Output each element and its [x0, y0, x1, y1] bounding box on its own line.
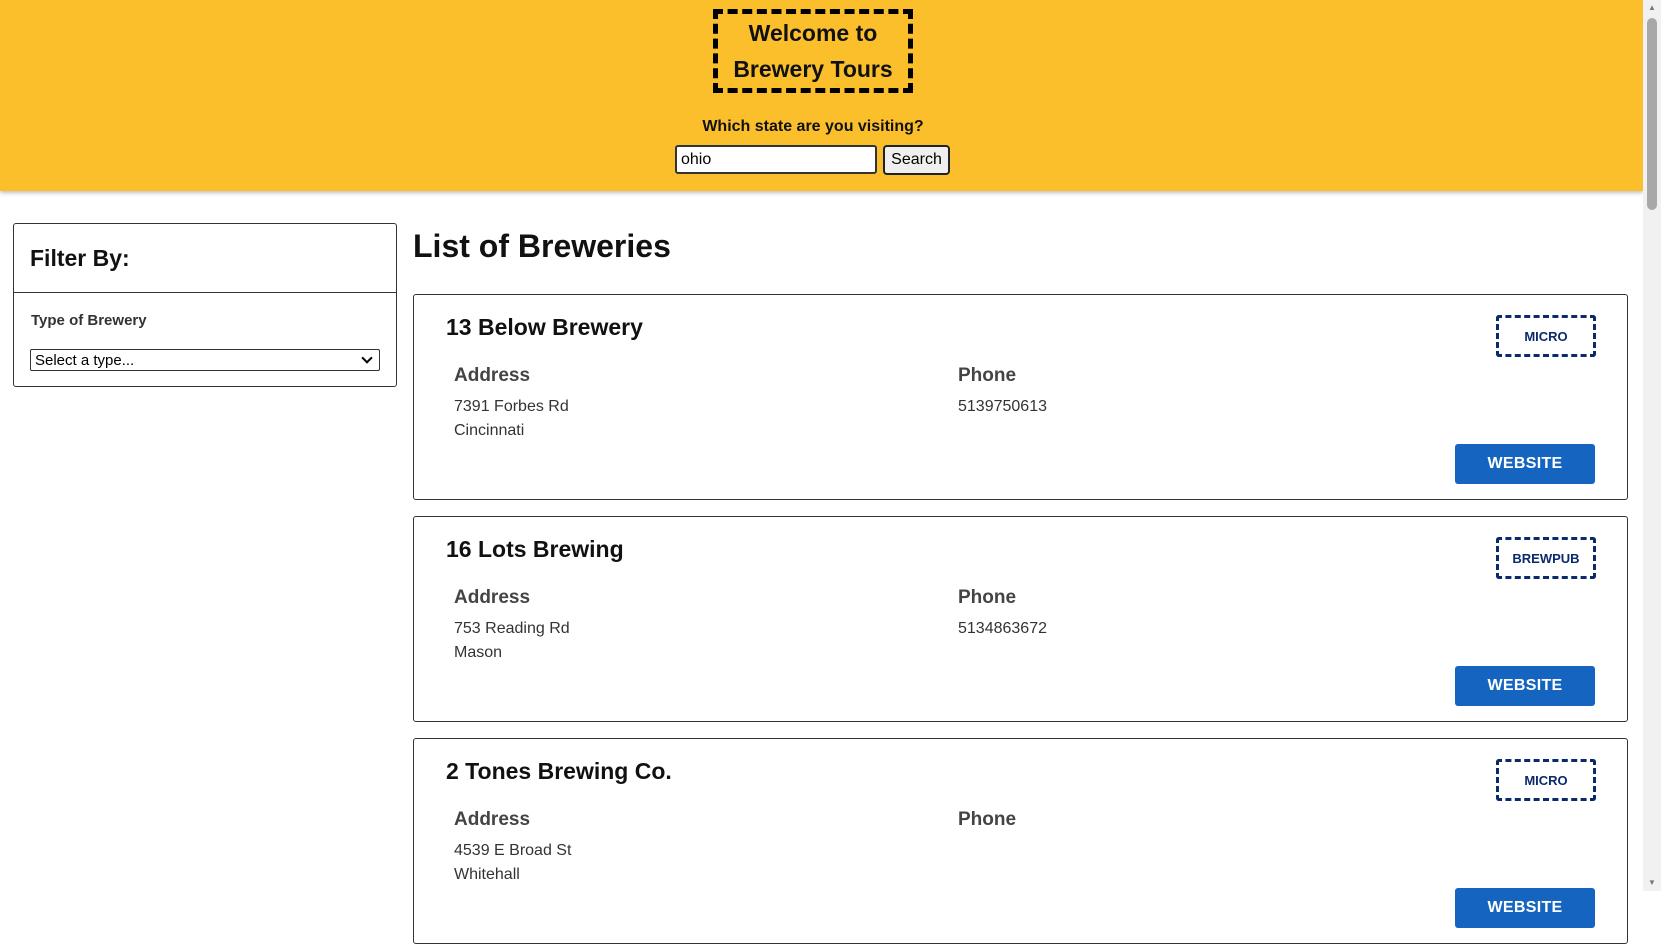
scroll-thumb[interactable]: [1647, 18, 1657, 210]
address-street: 753 Reading Rd: [454, 620, 570, 637]
site-logo: Welcome to Brewery Tours: [713, 9, 913, 93]
search-label: Which state are you visiting?: [702, 118, 924, 135]
brewery-name: 13 Below Brewery: [446, 314, 643, 340]
brewery-card: 16 Lots Brewing BREWPUB Address Phone 75…: [413, 516, 1628, 722]
address-street: 7391 Forbes Rd: [454, 398, 569, 415]
phone-label: Phone: [958, 809, 1017, 830]
brewery-card: 2 Tones Brewing Co. MICRO Address Phone …: [413, 738, 1628, 944]
state-search-input[interactable]: [675, 145, 877, 174]
page-header: Welcome to Brewery Tours Which state are…: [0, 0, 1643, 191]
phone-number: 5139750613: [958, 398, 1047, 415]
address-street: 4539 E Broad St: [454, 842, 572, 859]
filter-panel: Filter By: Type of Brewery Select a type…: [13, 223, 397, 387]
select-value: Select a type...: [35, 351, 135, 369]
address-label: Address: [454, 809, 531, 830]
address-label: Address: [454, 365, 531, 386]
website-button[interactable]: WEBSITE: [1455, 888, 1595, 928]
address-city: Cincinnati: [454, 422, 525, 439]
search-button[interactable]: Search: [883, 145, 950, 175]
page-scrollbar[interactable]: ▲ ▼: [1643, 0, 1661, 891]
phone-label: Phone: [958, 365, 1017, 386]
scroll-down-icon[interactable]: ▼: [1647, 878, 1657, 888]
address-city: Whitehall: [454, 866, 520, 883]
brewery-type-select[interactable]: Select a type...: [30, 349, 380, 371]
brewery-card: 13 Below Brewery MICRO Address Phone 739…: [413, 294, 1628, 500]
logo-line-1: Welcome to: [748, 20, 878, 46]
brewery-name: 2 Tones Brewing Co.: [446, 758, 672, 784]
chevron-down-icon: [361, 352, 373, 364]
scroll-up-icon[interactable]: ▲: [1647, 3, 1657, 13]
phone-number: 5134863672: [958, 620, 1047, 637]
list-title: List of Breweries: [413, 228, 671, 264]
filter-title: Filter By:: [14, 224, 396, 293]
brewery-type-badge: MICRO: [1496, 759, 1596, 801]
logo-line-2: Brewery Tours: [733, 56, 893, 82]
phone-label: Phone: [958, 587, 1017, 608]
website-button[interactable]: WEBSITE: [1455, 444, 1595, 484]
brewery-type-badge: BREWPUB: [1496, 537, 1596, 579]
brewery-type-label: Type of Brewery: [31, 312, 147, 329]
address-city: Mason: [454, 644, 503, 661]
brewery-type-badge: MICRO: [1496, 315, 1596, 357]
website-button[interactable]: WEBSITE: [1455, 666, 1595, 706]
brewery-name: 16 Lots Brewing: [446, 536, 624, 562]
address-label: Address: [454, 587, 531, 608]
